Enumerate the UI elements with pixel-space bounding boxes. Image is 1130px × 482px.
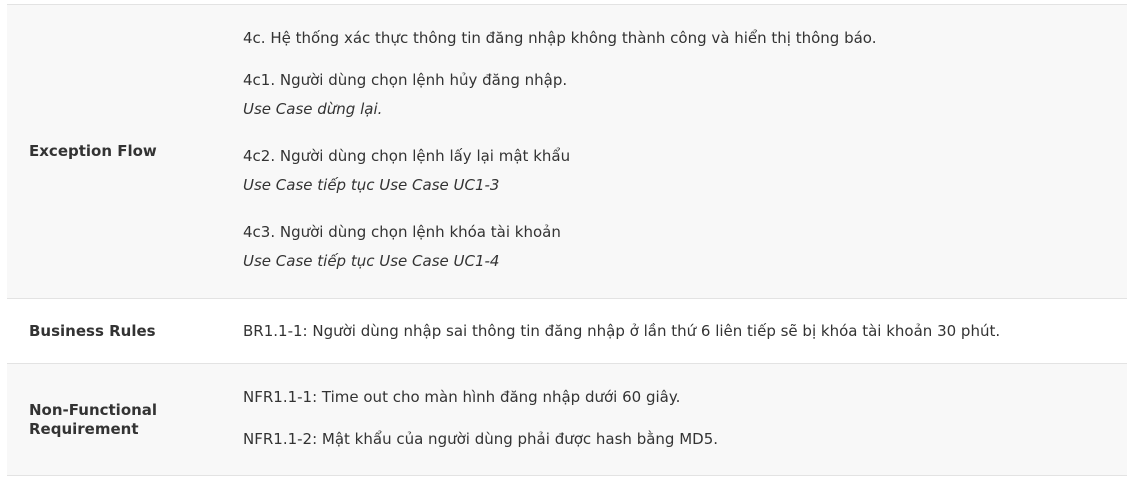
exception-flow-label: Exception Flow xyxy=(29,142,157,160)
flow-step-4c1: 4c1. Người dùng chọn lệnh hủy đăng nhập. xyxy=(243,71,568,89)
nfr-label-line-2: Requirement xyxy=(29,419,139,438)
business-rules-label: Business Rules xyxy=(29,321,156,340)
non-functional-requirement-row: Non-Functional Requirement NFR1.1-1: Tim… xyxy=(7,364,1127,476)
business-rules-content: BR1.1-1: Người dùng nhập sai thông tin đ… xyxy=(221,299,1127,363)
flow-step-4c2-note: Use Case tiếp tục Use Case UC1-3 xyxy=(243,176,500,194)
nfr-1-1-1: NFR1.1-1: Time out cho màn hình đăng nhậ… xyxy=(243,388,681,406)
exception-flow-row: Exception Flow 4c. Hệ thống xác thực thô… xyxy=(7,5,1127,299)
requirements-table: Exception Flow 4c. Hệ thống xác thực thô… xyxy=(7,4,1127,476)
flow-step-4c1-note: Use Case dừng lại. xyxy=(243,100,383,118)
non-functional-requirement-label: Non-Functional Requirement xyxy=(7,364,221,475)
flow-step-4c: 4c. Hệ thống xác thực thông tin đăng nhậ… xyxy=(243,29,877,47)
business-rule-br1-1-1: BR1.1-1: Người dùng nhập sai thông tin đ… xyxy=(243,321,1001,340)
flow-step-4c3-note: Use Case tiếp tục Use Case UC1-4 xyxy=(243,252,500,270)
flow-step-4c3: 4c3. Người dùng chọn lệnh khóa tài khoản xyxy=(243,223,561,241)
nfr-label-line-1: Non-Functional xyxy=(29,400,158,419)
flow-step-4c2: 4c2. Người dùng chọn lệnh lấy lại mật kh… xyxy=(243,147,571,165)
non-functional-requirement-content: NFR1.1-1: Time out cho màn hình đăng nhậ… xyxy=(221,364,1127,475)
business-rules-row: Business Rules BR1.1-1: Người dùng nhập … xyxy=(7,299,1127,364)
nfr-1-1-2: NFR1.1-2: Mật khẩu của người dùng phải đ… xyxy=(243,430,719,448)
exception-flow-content: 4c. Hệ thống xác thực thông tin đăng nhậ… xyxy=(221,5,1127,298)
